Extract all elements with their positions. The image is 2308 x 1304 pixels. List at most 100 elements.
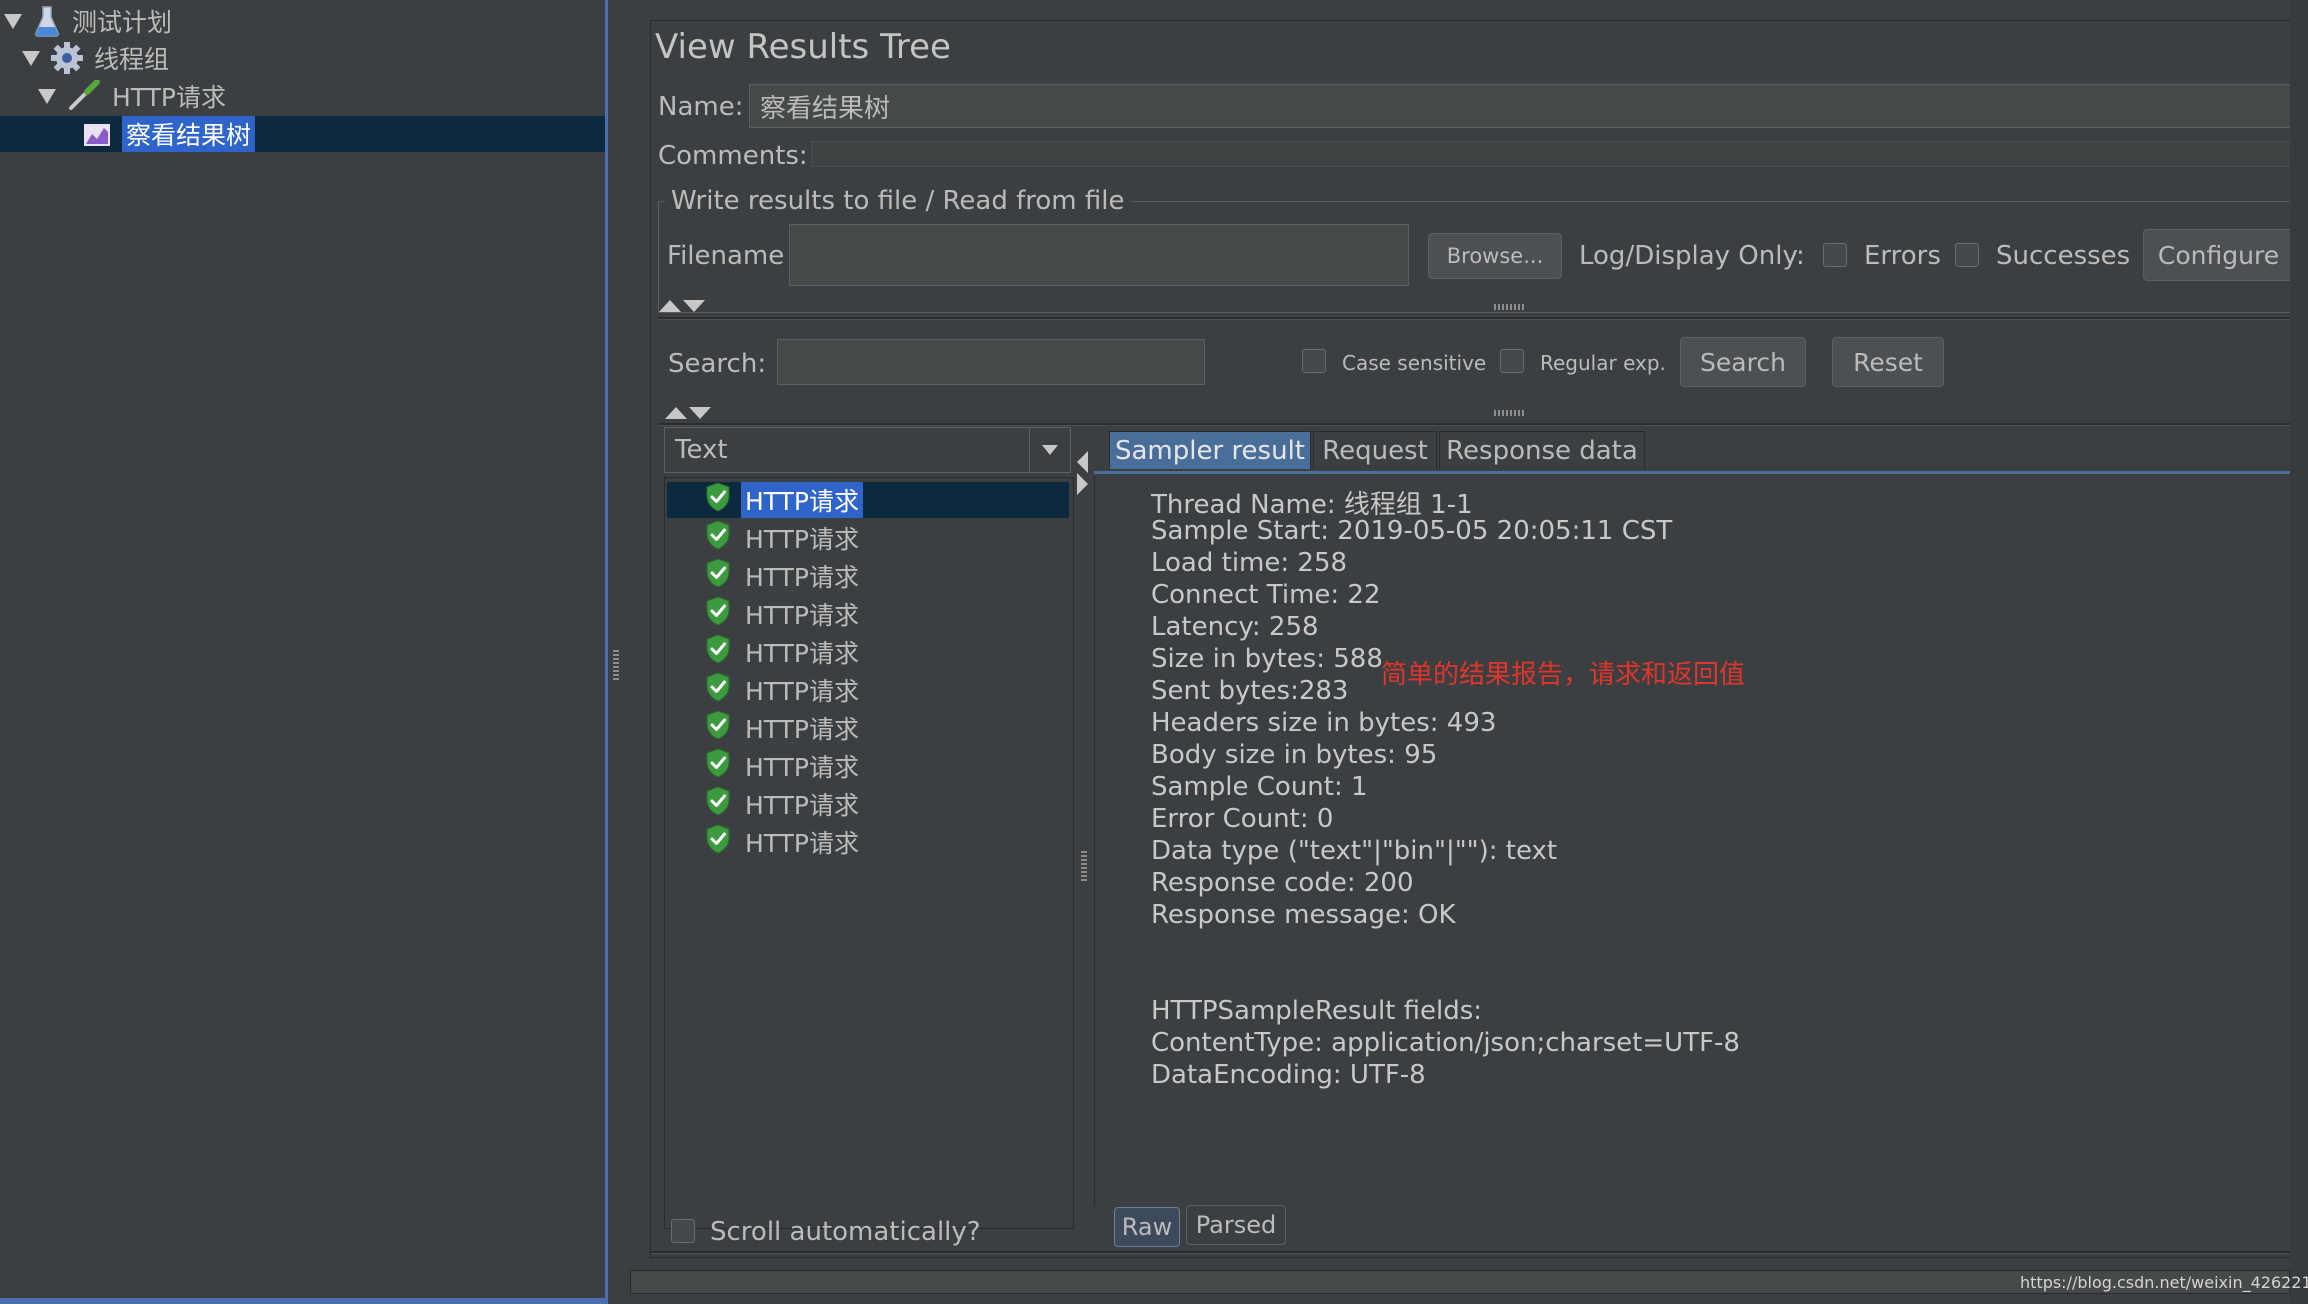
splitter-line — [658, 423, 2291, 426]
errors-checkbox[interactable] — [1823, 243, 1847, 267]
tree-node-label: HTTP请求 — [112, 83, 226, 112]
tree-node-test-plan[interactable]: 测试计划 — [4, 3, 172, 39]
list-detail-splitter[interactable] — [1077, 433, 1091, 1233]
result-item[interactable]: HTTP请求 — [667, 710, 1069, 746]
result-item-label: HTTP请求 — [745, 753, 859, 782]
result-item-label: HTTP请求 — [745, 791, 859, 820]
detail-line: Latency: 258 — [1151, 612, 1319, 642]
result-item-label: HTTP请求 — [745, 563, 859, 592]
detail-line: Headers size in bytes: 493 — [1151, 708, 1497, 738]
scroll-auto-label: Scroll automatically? — [710, 1217, 981, 1247]
result-item[interactable]: HTTP请求 — [667, 482, 1069, 518]
success-shield-icon — [705, 824, 731, 860]
success-shield-icon — [705, 672, 731, 708]
gear-icon — [50, 42, 84, 74]
reset-button[interactable]: Reset — [1832, 337, 1944, 387]
tree-node-view-results-tree[interactable]: 察看结果树 — [0, 116, 605, 152]
result-item[interactable]: HTTP请求 — [667, 558, 1069, 594]
result-item-label: HTTP请求 — [741, 482, 863, 518]
case-sensitive-label: Case sensitive — [1342, 351, 1487, 375]
detail-line: Sample Count: 1 — [1151, 772, 1368, 802]
bottom-separator — [651, 1251, 2291, 1254]
result-item-label: HTTP请求 — [745, 525, 859, 554]
successes-label: Successes — [1996, 241, 2131, 271]
detail-line: Sent bytes:283 — [1151, 676, 1349, 706]
tab-response-data[interactable]: Response data — [1439, 431, 1645, 469]
chevron-down-icon[interactable] — [1029, 428, 1070, 472]
detail-line: Size in bytes: 588 — [1151, 644, 1383, 674]
scroll-auto-checkbox[interactable] — [671, 1219, 695, 1243]
case-sensitive-checkbox[interactable] — [1302, 349, 1326, 373]
browse-button[interactable]: Browse... — [1428, 233, 1562, 279]
splitter-grip-icon[interactable] — [1494, 410, 1524, 416]
chart-icon — [82, 118, 112, 150]
detail-line: Body size in bytes: 95 — [1151, 740, 1438, 770]
result-item[interactable]: HTTP请求 — [667, 520, 1069, 556]
test-plan-tree: 测试计划 线程组 HTTP请求 察看结果树 — [0, 0, 608, 1300]
collapse-expand-arrows-icon[interactable] — [665, 407, 711, 419]
splitter-grip-icon[interactable] — [1494, 304, 1524, 310]
result-item[interactable]: HTTP请求 — [667, 634, 1069, 670]
result-item-label: HTTP请求 — [745, 677, 859, 706]
results-list: HTTP请求 HTTP请求 HTTP请求 HTTP请求 HTTP请求 HTTP请求 HTTP… — [664, 477, 1074, 1229]
expand-right-icon[interactable] — [1077, 473, 1088, 495]
tab-request[interactable]: Request — [1313, 431, 1437, 469]
success-shield-icon — [705, 482, 731, 518]
result-item-label: HTTP请求 — [745, 715, 859, 744]
expand-arrow-icon[interactable] — [38, 88, 56, 104]
collapse-expand-arrows-icon[interactable] — [659, 300, 705, 312]
renderer-select[interactable]: Text — [664, 427, 1071, 473]
result-item-label: HTTP请求 — [745, 829, 859, 858]
view-results-tree-panel: View Results Tree Name: 察看结果树 Comments: … — [650, 20, 2293, 1258]
tree-node-thread-group[interactable]: 线程组 — [22, 40, 169, 76]
detail-line: Response code: 200 — [1151, 868, 1414, 898]
annotation-text: 简单的结果报告，请求和返回值 — [1381, 660, 1746, 690]
result-item[interactable]: HTTP请求 — [667, 786, 1069, 822]
splitter-line — [658, 317, 2291, 320]
tree-node-label: 线程组 — [94, 45, 170, 74]
success-shield-icon — [705, 748, 731, 784]
raw-view-button[interactable]: Raw — [1114, 1207, 1180, 1247]
pipette-icon — [66, 80, 102, 112]
detail-line: Data type ("text"|"bin"|""): text — [1151, 836, 1558, 866]
successes-checkbox[interactable] — [1955, 243, 1979, 267]
split-pane-divider[interactable] — [608, 0, 650, 1304]
result-item-label: HTTP请求 — [745, 639, 859, 668]
result-item[interactable]: HTTP请求 — [667, 596, 1069, 632]
page-title: View Results Tree — [655, 27, 951, 67]
tree-node-label: 察看结果树 — [122, 116, 256, 152]
log-display-label: Log/Display Only: — [1579, 241, 1805, 271]
regex-checkbox[interactable] — [1500, 349, 1524, 373]
divider-grip-icon[interactable] — [613, 650, 619, 680]
filename-label: Filename — [667, 241, 785, 271]
result-tabs: Sampler result Request Response data — [1109, 431, 2291, 471]
expand-arrow-icon[interactable] — [22, 50, 40, 66]
comments-field[interactable] — [811, 141, 2291, 167]
tab-underline — [1094, 471, 2291, 474]
detail-line: DataEncoding: UTF-8 — [1151, 1060, 1426, 1090]
comments-label: Comments: — [658, 141, 808, 171]
result-item[interactable]: HTTP请求 — [667, 748, 1069, 784]
tab-sampler-result[interactable]: Sampler result — [1109, 431, 1311, 469]
search-input[interactable] — [777, 339, 1205, 385]
filename-input[interactable] — [789, 224, 1409, 286]
expand-arrow-icon[interactable] — [4, 13, 22, 29]
result-item-label: HTTP请求 — [745, 601, 859, 630]
result-item[interactable]: HTTP请求 — [667, 824, 1069, 860]
parsed-view-button[interactable]: Parsed — [1186, 1205, 1286, 1245]
name-field[interactable]: 察看结果树 — [749, 84, 2291, 128]
configure-button[interactable]: Configure — [2143, 229, 2293, 281]
success-shield-icon — [705, 596, 731, 632]
search-label: Search: — [668, 349, 767, 379]
success-shield-icon — [705, 634, 731, 670]
renderer-select-value: Text — [675, 435, 728, 465]
detail-line: Load time: 258 — [1151, 548, 1348, 578]
regex-label: Regular exp. — [1540, 351, 1666, 375]
tree-bottom-border — [0, 1298, 608, 1304]
tree-node-http-request[interactable]: HTTP请求 — [38, 78, 226, 114]
sampler-result-text[interactable]: Thread Name: 线程组 1-1 Sample Start: 2019-0… — [1094, 476, 2292, 1206]
search-button[interactable]: Search — [1680, 337, 1806, 387]
result-item[interactable]: HTTP请求 — [667, 672, 1069, 708]
splitter-grip-icon[interactable] — [1081, 851, 1087, 881]
collapse-left-icon[interactable] — [1077, 451, 1088, 473]
